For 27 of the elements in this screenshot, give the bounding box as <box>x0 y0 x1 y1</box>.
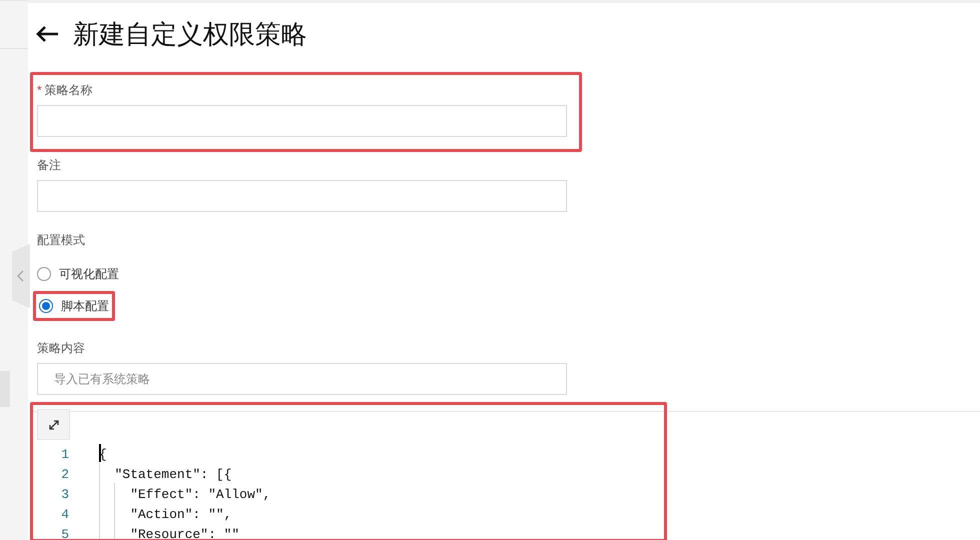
input-field[interactable] <box>37 105 567 137</box>
expand-icon <box>48 418 60 430</box>
code-line: "Statement": [{ <box>114 466 232 484</box>
code-line: { <box>99 446 107 464</box>
field-label: 配置模式 <box>37 232 86 249</box>
input-field[interactable]: 导入已有系统策略 <box>37 363 567 395</box>
expand-button[interactable] <box>37 409 70 440</box>
line-number: 4 <box>60 506 69 524</box>
radio-option[interactable]: 脚本配置 <box>39 297 109 315</box>
required-mark: * <box>37 82 42 99</box>
field-label: 策略内容 <box>37 340 86 357</box>
line-number: 2 <box>60 466 69 484</box>
line-number: 1 <box>60 446 69 464</box>
field-label: 备注 <box>37 157 62 174</box>
input-field[interactable] <box>37 180 567 212</box>
chevron-left-icon <box>17 270 25 282</box>
page-title: 新建自定义权限策略 <box>73 21 307 47</box>
line-number: 3 <box>60 486 69 504</box>
radio-button[interactable] <box>37 267 51 281</box>
code-line: "Resource": "" <box>129 526 240 539</box>
radio-option[interactable]: 可视化配置 <box>37 265 980 283</box>
code-line: "Effect": "Allow", <box>129 486 271 504</box>
radio-button[interactable] <box>39 299 53 313</box>
back-arrow-icon[interactable] <box>35 25 59 43</box>
line-number: 5 <box>60 526 69 539</box>
code-line: "Action": "", <box>129 506 232 524</box>
field-label: 策略名称 <box>44 82 93 99</box>
